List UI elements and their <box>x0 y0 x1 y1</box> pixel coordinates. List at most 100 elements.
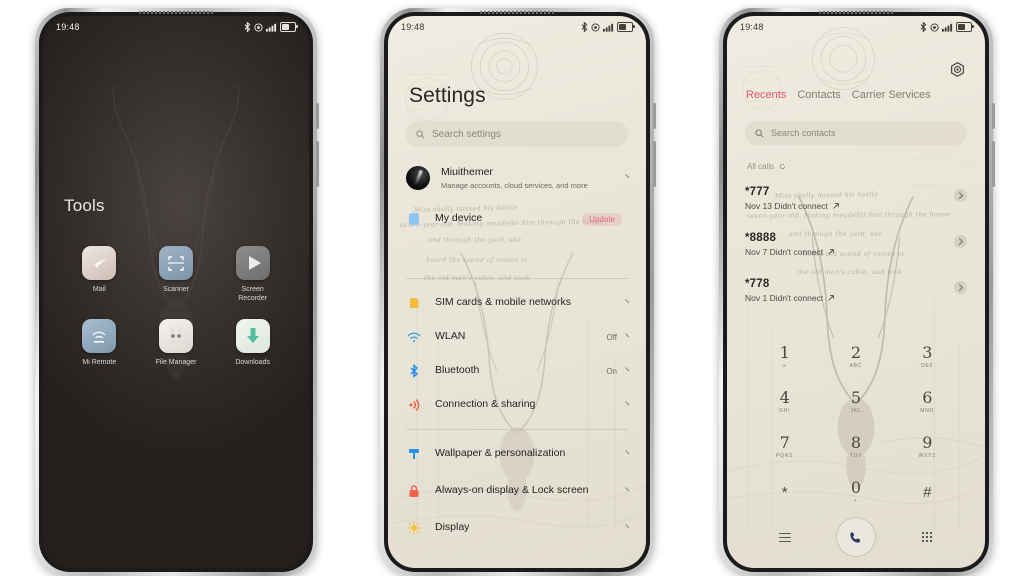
settings-row-wallpaper[interactable]: Wallpaper & personalization <box>388 437 646 471</box>
call-detail-button[interactable] <box>954 281 967 294</box>
settings-row-wlan[interactable]: WLAN Off <box>388 320 646 354</box>
call-text: *778 Nov 1 Didn't connect <box>745 278 954 303</box>
outgoing-call-icon <box>833 203 839 209</box>
phone2-power-button[interactable] <box>653 103 656 129</box>
dnd-icon <box>254 22 263 32</box>
home-screen-wallpaper: 19:48 Tools Mail Scanner Screen Recorder… <box>43 16 309 568</box>
dialer-wallpaper: Miss shelly missed his bottle seven-year… <box>727 16 985 568</box>
search-icon <box>755 128 764 137</box>
app-downloads[interactable]: Downloads <box>214 319 291 368</box>
row-text: My device <box>435 212 582 225</box>
call-log-item[interactable]: *778 Nov 1 Didn't connect <box>727 278 985 324</box>
call-button[interactable] <box>820 515 891 560</box>
row-label: Display <box>435 521 470 534</box>
dialpad-key-9[interactable]: 9 WXYZ <box>892 424 963 469</box>
search-settings-input[interactable]: Search settings <box>406 121 628 147</box>
dialpad-key-0[interactable]: 0 + <box>820 470 891 515</box>
phone1-earpiece-speaker <box>139 11 213 14</box>
dialpad-key-star[interactable]: * <box>749 470 820 515</box>
key-letters: WXYZ <box>918 452 937 459</box>
settings-row-bluetooth[interactable]: Bluetooth On <box>388 354 646 388</box>
gear-icon[interactable] <box>949 61 966 78</box>
dialpad-key-7[interactable]: 7 PQRS <box>749 424 820 469</box>
settings-row-account[interactable]: Miuithemer Manage accounts, cloud servic… <box>388 158 646 198</box>
settings-row-sim[interactable]: SIM cards & mobile networks <box>388 286 646 320</box>
call-button-circle <box>835 517 876 558</box>
tab-recents[interactable]: Recents <box>746 89 786 101</box>
app-grid: Mail Scanner Screen Recorder Mi Remote F… <box>61 246 291 368</box>
tab-contacts[interactable]: Contacts <box>797 89 840 101</box>
key-digit: # <box>923 483 932 501</box>
dialer-menu-button[interactable] <box>749 515 820 560</box>
call-text: *8888 Nov 7 Didn't connect <box>745 232 954 257</box>
search-contacts-input[interactable]: Search contacts <box>745 121 967 145</box>
row-text: Wallpaper & personalization <box>435 447 623 460</box>
recent-calls-list: *777 Nov 13 Didn't connect *8888 Nov 7 D… <box>727 186 985 324</box>
phone1-power-button[interactable] <box>316 103 319 129</box>
call-number: *8888 <box>745 232 777 244</box>
phone1-status-bar: 19:48 <box>43 16 309 38</box>
call-detail-button[interactable] <box>954 235 967 248</box>
row-label: Always-on display & Lock screen <box>435 484 589 497</box>
app-mi-remote[interactable]: Mi Remote <box>61 319 138 368</box>
settings-row-my-device[interactable]: My device Update <box>388 202 646 236</box>
key-digit: 0 <box>850 478 862 498</box>
keypad-icon <box>922 532 933 543</box>
app-scanner[interactable]: Scanner <box>138 246 215 303</box>
app-label: Screen Recorder <box>238 286 268 302</box>
dialer-tabs: Recents Contacts Carrier Services <box>746 89 973 101</box>
phone2-volume-button[interactable] <box>653 141 656 187</box>
signal-icon <box>603 23 614 32</box>
app-label: Downloads <box>235 359 270 367</box>
battery-icon <box>617 22 635 32</box>
app-screen-recorder[interactable]: Screen Recorder <box>214 246 291 303</box>
divider <box>406 429 628 430</box>
menu-icon <box>778 532 791 542</box>
account-name: Miuithemer <box>441 165 493 178</box>
phone1-volume-button[interactable] <box>316 141 319 187</box>
dialpad-key-hash[interactable]: # <box>892 470 963 515</box>
keypad-toggle-button[interactable] <box>892 515 963 560</box>
call-meta: Nov 7 Didn't connect <box>745 247 954 257</box>
dialpad-key-2[interactable]: 2 ABC <box>820 334 891 379</box>
dialpad-key-1[interactable]: 1 ∞ <box>749 334 820 379</box>
app-mail[interactable]: Mail <box>61 246 138 303</box>
mi-remote-icon <box>82 319 117 354</box>
settings-row-lock-screen[interactable]: Always-on display & Lock screen <box>388 471 646 511</box>
dialpad-key-5[interactable]: 5 JKL <box>820 379 891 424</box>
key-digit: 3 <box>922 342 933 362</box>
phone2-status-bar: 19:48 <box>388 16 646 38</box>
status-badge: Update <box>582 212 622 226</box>
dialpad-key-8[interactable]: 8 TUV <box>820 424 891 469</box>
phone3-volume-button[interactable] <box>992 141 995 187</box>
key-letters: TUV <box>849 452 863 459</box>
key-digit: 5 <box>850 387 862 407</box>
settings-row-connection-sharing[interactable]: Connection & sharing <box>388 388 646 422</box>
tab-carrier-services[interactable]: Carrier Services <box>852 89 931 101</box>
phone2-screen: Miss shelly missed his bottle seven-year… <box>388 16 646 568</box>
settings-row-display[interactable]: Display <box>388 511 646 545</box>
dialpad-key-6[interactable]: 6 MNO <box>892 379 963 424</box>
key-letters: ∞ <box>782 362 787 369</box>
call-detail-button[interactable] <box>954 189 967 202</box>
phone1-screen: 19:48 Tools Mail Scanner Screen Recorder… <box>43 16 309 568</box>
row-text: Connection & sharing <box>435 398 623 411</box>
call-log-item[interactable]: *777 Nov 13 Didn't connect <box>727 186 985 232</box>
key-letters: DEF <box>921 362 934 369</box>
phone2-earpiece-speaker <box>480 11 554 14</box>
call-log-item[interactable]: *8888 Nov 7 Didn't connect <box>727 232 985 278</box>
search-placeholder: Search settings <box>432 128 501 140</box>
connection-sharing-icon <box>406 397 422 413</box>
search-placeholder: Search contacts <box>771 128 836 138</box>
dialpad-key-3[interactable]: 3 DEF <box>892 334 963 379</box>
app-label: Mail <box>92 286 106 293</box>
phone3-power-button[interactable] <box>992 103 995 129</box>
call-detail: Nov 13 Didn't connect <box>745 201 828 211</box>
key-digit: 7 <box>779 432 790 452</box>
dialpad-key-4[interactable]: 4 GHI <box>749 379 820 424</box>
avatar <box>406 166 430 190</box>
key-letters: ABC <box>849 362 863 369</box>
app-file-manager[interactable]: File Manager <box>138 319 215 368</box>
call-filter[interactable]: All calls <box>747 162 786 171</box>
settings-list: Miuithemer Manage accounts, cloud servic… <box>388 158 646 568</box>
